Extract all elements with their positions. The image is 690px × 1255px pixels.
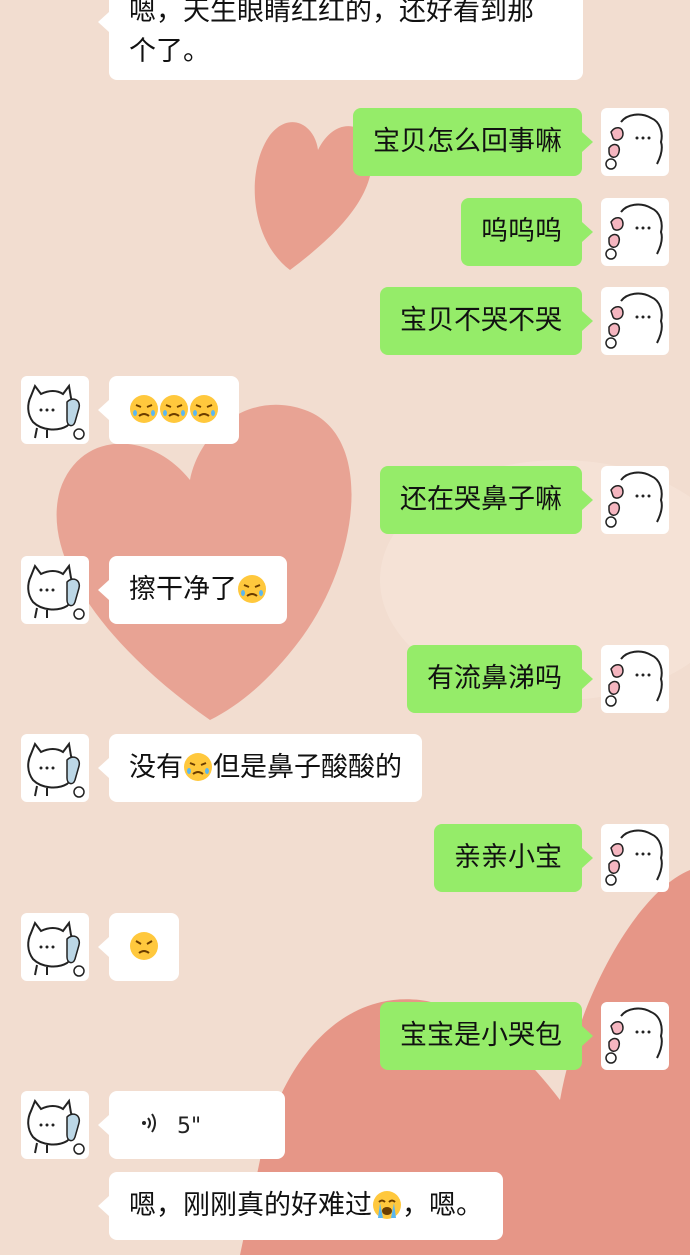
- doodle-sheep-avatar-icon: [605, 829, 663, 886]
- incoming-message-bubble[interactable]: [98, 913, 179, 981]
- outgoing-message-bubble[interactable]: 宝贝怎么回事嘛: [353, 108, 593, 176]
- incoming-message-bubble[interactable]: 没有 但是鼻子酸酸的: [98, 734, 422, 802]
- outgoing-message-bubble[interactable]: 宝贝不哭不哭: [380, 287, 593, 355]
- contact-avatar[interactable]: [21, 1091, 89, 1159]
- doodle-cat-avatar-icon: [27, 741, 85, 798]
- contact-avatar[interactable]: [21, 734, 89, 802]
- voice-wave-icon: [141, 1092, 159, 1160]
- message-text: 擦干净了: [129, 574, 237, 605]
- tearful-angry-emoji-icon: [159, 394, 189, 424]
- chat-screen: 嗯，天生眼睛红红的，还好看到那 个了。 宝贝怎么回事嘛 呜呜呜 宝贝不哭不哭 还…: [0, 0, 690, 1255]
- doodle-sheep-avatar-icon: [605, 292, 663, 349]
- my-avatar[interactable]: [601, 198, 669, 266]
- doodle-sheep-avatar-icon: [605, 1007, 663, 1064]
- outgoing-message-bubble[interactable]: 宝宝是小哭包: [380, 1002, 593, 1070]
- incoming-message-bubble[interactable]: [98, 376, 239, 444]
- message-text: 嗯，刚刚真的好难过: [129, 1190, 372, 1221]
- doodle-sheep-avatar-icon: [605, 471, 663, 528]
- tearful-angry-emoji-icon: [183, 752, 213, 782]
- doodle-cat-avatar-icon: [27, 920, 85, 977]
- incoming-message-bubble[interactable]: 嗯，刚刚真的好难过 ，嗯。: [98, 1172, 503, 1240]
- angry-emoji-icon: [129, 931, 159, 961]
- message-text: ，嗯。: [402, 1190, 483, 1221]
- outgoing-message-bubble[interactable]: 亲亲小宝: [434, 824, 593, 892]
- voice-message-bubble[interactable]: 5": [98, 1091, 285, 1160]
- my-avatar[interactable]: [601, 1002, 669, 1070]
- outgoing-message-bubble[interactable]: 呜呜呜: [461, 198, 593, 266]
- incoming-message-bubble[interactable]: 擦干净了: [98, 556, 287, 624]
- tearful-angry-emoji-icon: [189, 394, 219, 424]
- message-text: 没有: [129, 752, 183, 783]
- my-avatar[interactable]: [601, 645, 669, 713]
- doodle-sheep-avatar-icon: [605, 113, 663, 170]
- my-avatar[interactable]: [601, 287, 669, 355]
- my-avatar[interactable]: [601, 466, 669, 534]
- doodle-sheep-avatar-icon: [605, 203, 663, 260]
- chat-wallpaper: [0, 0, 690, 1255]
- doodle-sheep-avatar-icon: [605, 650, 663, 707]
- voice-duration: 5": [177, 1114, 202, 1139]
- contact-avatar[interactable]: [21, 913, 89, 981]
- contact-avatar[interactable]: [21, 556, 89, 624]
- incoming-message-bubble[interactable]: 嗯，天生眼睛红红的，还好看到那 个了。: [98, 0, 583, 80]
- my-avatar[interactable]: [601, 824, 669, 892]
- tearful-angry-emoji-icon: [129, 394, 159, 424]
- doodle-cat-avatar-icon: [27, 1098, 85, 1155]
- doodle-cat-avatar-icon: [27, 383, 85, 440]
- my-avatar[interactable]: [601, 108, 669, 176]
- outgoing-message-bubble[interactable]: 还在哭鼻子嘛: [380, 466, 593, 534]
- outgoing-message-bubble[interactable]: 有流鼻涕吗: [407, 645, 593, 713]
- message-text: 但是鼻子酸酸的: [213, 752, 402, 783]
- message-line: 嗯，天生眼睛红红的，还好看到那: [129, 0, 534, 27]
- contact-avatar[interactable]: [21, 376, 89, 444]
- doodle-cat-avatar-icon: [27, 563, 85, 620]
- tearful-angry-emoji-icon: [237, 574, 267, 604]
- crying-emoji-icon: [372, 1190, 402, 1220]
- message-line: 个了。: [129, 36, 210, 67]
